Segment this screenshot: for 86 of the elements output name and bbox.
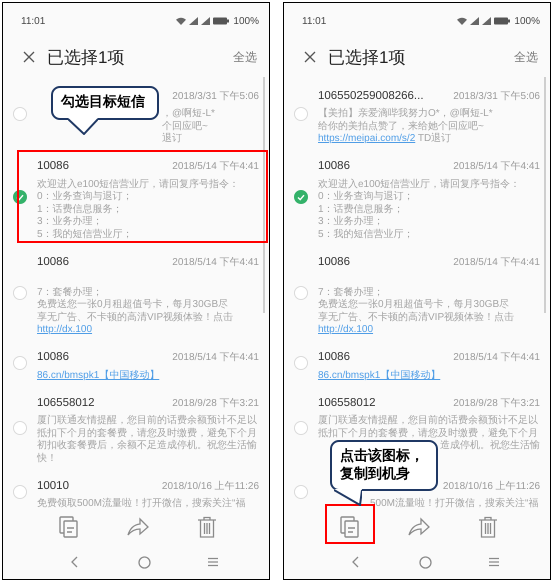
message-link[interactable]: http://dx.100 [37,324,92,335]
sender-number: 10086 [318,160,350,172]
close-icon[interactable] [304,51,316,63]
share-icon[interactable] [126,517,150,537]
message-text: 7：套餐办理； [37,286,103,298]
message-text: 【美拍】亲爱滴哔我努力O*，@啊短-L* [318,108,493,119]
message-text: 3：业务办理； [37,216,103,227]
copy-icon[interactable] [58,515,80,539]
message-text: 1：话费信息服务； [318,204,404,214]
sender-number: 10086 [37,160,69,172]
select-all-button[interactable]: 全选 [514,48,538,66]
battery-icon [494,17,510,25]
message-text: 1：话费信息服务； [37,204,123,214]
battery-percent: 100% [514,16,540,26]
callout-pointer [68,118,98,134]
sender-number: 106558012 [318,396,376,408]
wifi-icon [176,17,186,25]
message-link[interactable]: https://meipai.com/s/2 [318,133,416,144]
delete-icon[interactable] [197,516,217,538]
sender-number: 106558012 [37,396,95,408]
message-text: 5：我的短信营业厅； [318,228,414,240]
message-text: 造成停机。祝您生活愉 [440,440,540,451]
message-text: 欢迎进入e100短信营业厅，请回复序号指令： [318,178,520,190]
message-date: 2018/3/31 下午5:06 [453,90,540,102]
message-text: 3：业务办理； [318,216,384,227]
message-text: ，@啊短-L* [162,108,215,119]
message-date: 2018/5/14 下午4:41 [453,351,540,364]
close-icon[interactable] [23,51,35,63]
message-text: 快！ [37,452,57,464]
menu-icon[interactable] [489,557,499,567]
sender-number: 10086 [318,351,350,363]
message-text: 厦门联通友情提醒，您目前的话费余额预计不足以 [318,415,538,426]
message-text: 5：我的短信营业厅； [37,228,133,240]
battery-icon [213,17,230,25]
message-date: 2018/5/14 下午4:41 [453,160,540,173]
sender-number: 10086 [37,256,69,268]
back-icon[interactable] [71,556,79,568]
sender-number: 106550259008266... [318,90,424,102]
message-text: 0：业务查询与退订； [318,191,414,202]
sender-number: 10086 [318,256,350,268]
share-icon[interactable] [407,517,431,537]
battery-percent: 100% [233,16,259,26]
message-text: 免费领取500M流量啦！打开微信，搜索关注“福 [37,498,246,509]
sender-number: 10086 [37,351,69,363]
message-date: 2018/9/28 下午3:21 [453,396,540,410]
message-text: 初扣收套餐费后，余额不足造成停机。祝您生活愉 [37,440,257,451]
home-icon[interactable] [418,556,432,568]
delete-icon[interactable] [478,516,498,538]
message-text: 个回应吧~ [162,120,208,132]
message-date: 2018/5/14 下午4:41 [172,256,259,268]
select-all-button[interactable]: 全选 [233,48,257,66]
selection-title: 已选择1项 [328,46,406,68]
select-circle[interactable] [294,190,308,204]
message-date: 2018/5/14 下午4:41 [172,160,259,173]
message-link[interactable]: 86.cn/bmspk1【中国移动】 [37,370,160,380]
status-time: 11:01 [21,16,46,26]
message-text: TD退订 [416,133,452,144]
message-date: 2018/10/16 上午11:26 [162,480,259,492]
message-text: 欢迎进入e100短信营业厅，请回复序号指令： [37,178,240,190]
message-date: 2018/10/16 上午11:26 [442,480,540,492]
message-text: 抵扣下个月的套餐费，请您及时缴费，避免下个月 [318,428,538,438]
message-text: 7：套餐办理； [318,286,384,298]
message-text: 享无广告、不卡顿的高清VIP视频体验！点击 [318,312,514,322]
status-time: 11:01 [302,16,326,26]
message-date: 2018/9/28 下午3:21 [172,396,259,410]
message-link[interactable]: http://dx.100 [318,324,374,335]
selection-title: 已选择1项 [47,46,124,68]
copy-icon[interactable] [339,515,361,539]
menu-icon[interactable] [208,557,218,567]
message-date: 2018/5/14 下午4:41 [453,256,540,268]
message-date: 2018/5/14 下午4:41 [172,351,259,364]
message-text: 免费送您一张0月租超值号卡，每月30GB尽 [318,299,510,310]
back-icon[interactable] [352,556,360,568]
message-text: 厦门联通友情提醒，您目前的话费余额预计不足以 [37,415,257,426]
message-text: 0：业务查询与退订； [37,191,133,202]
wifi-icon [457,17,468,25]
message-link[interactable]: 86.cn/bmspk1【中国移动】 [318,370,440,380]
callout-pointer [334,489,362,506]
home-icon[interactable] [138,556,150,568]
message-text: 给你的美拍点赞了，来给她个回应吧~ [318,120,484,132]
message-text: 抵扣下个月的套餐费，请您及时缴费，避免下个月 [37,428,257,438]
message-text: 退订 [162,133,182,144]
message-date: 2018/3/31 下午5:06 [172,90,259,102]
message-text: 免费送您一张0月租超值号卡，每月30GB尽 [37,299,228,310]
message-text: 享无广告、不卡顿的高清VIP视频体验！点击 [37,312,234,322]
sender-number: 10010 [37,480,69,492]
